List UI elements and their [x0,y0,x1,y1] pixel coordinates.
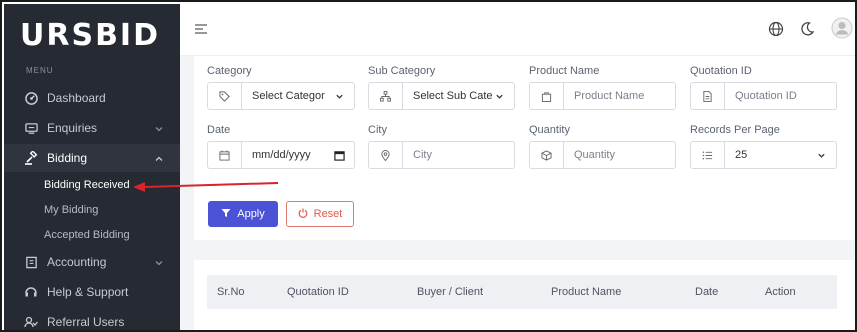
menu-title: MENU [26,66,54,75]
records-per-page-label: Records Per Page [690,124,780,136]
sidebar: URSBID MENU Dashboard Enquiries Bidding [4,4,180,330]
column-header-product-name[interactable]: Product Name [551,286,621,298]
sidebar-item-referral-users[interactable]: Referral Users [4,308,180,330]
quantity-input[interactable]: Quantity [529,141,676,169]
list-icon [691,142,725,168]
sidebar-subitem-my-bidding[interactable]: My Bidding [44,204,98,216]
enquiries-icon [24,121,38,135]
document-icon [691,83,725,109]
date-label: Date [207,124,231,136]
sidebar-item-dashboard[interactable]: Dashboard [4,84,180,112]
chevron-down-icon[interactable] [154,123,164,133]
chevron-down-icon[interactable] [154,257,164,267]
sidebar-item-label: Dashboard [47,91,106,105]
product-name-input[interactable]: Product Name [529,82,676,110]
apply-button[interactable]: Apply [208,201,278,227]
globe-icon[interactable] [768,21,784,42]
sidebar-item-help-support[interactable]: Help & Support [4,278,180,306]
column-header-buyer-client[interactable]: Buyer / Client [417,286,483,298]
top-header [180,4,855,56]
bidding-icon [24,151,38,165]
support-icon [24,285,38,299]
city-input[interactable]: City [368,141,515,169]
category-select[interactable]: Select Categor [207,82,355,110]
chevron-down-icon [492,89,506,103]
users-icon [24,315,38,329]
location-pin-icon [369,142,403,168]
quantity-label: Quantity [529,124,570,136]
calendar-icon [208,142,242,168]
tag-icon [208,83,242,109]
category-label: Category [207,65,252,77]
app-window: URSBID MENU Dashboard Enquiries Bidding [0,0,857,332]
moon-icon[interactable] [799,21,815,42]
sidebar-item-label: Referral Users [47,315,125,329]
sidebar-item-label: Accounting [47,255,107,269]
accounting-icon [24,255,38,269]
sidebar-item-bidding[interactable]: Bidding [4,144,180,172]
sidebar-subitem-bidding-received[interactable]: Bidding Received [44,179,130,191]
chevron-up-icon[interactable] [154,153,164,163]
chevron-down-icon [332,89,346,103]
column-header-sr-no[interactable]: Sr.No [217,286,245,298]
filter-icon [221,208,231,221]
bag-icon [530,83,564,109]
sidebar-item-label: Help & Support [47,285,129,299]
column-header-action[interactable]: Action [765,286,796,298]
sidebar-item-enquiries[interactable]: Enquiries [4,114,180,142]
hierarchy-icon [369,83,403,109]
logo[interactable]: URSBID [20,18,160,53]
table-header: Sr.No Quotation ID Buyer / Client Produc… [207,275,837,309]
product-name-label: Product Name [529,65,600,77]
reset-button[interactable]: Reset [286,201,354,227]
column-header-quotation-id[interactable]: Quotation ID [287,286,349,298]
sidebar-item-label: Enquiries [47,121,98,135]
sidebar-item-label: Bidding [47,151,88,165]
chevron-down-icon [814,148,828,162]
box-icon [530,142,564,168]
sub-category-label: Sub Category [368,65,436,77]
hamburger-icon[interactable] [194,22,208,41]
dashboard-icon [24,91,38,105]
sub-category-select[interactable]: Select Sub Cate [368,82,515,110]
power-reset-icon [298,208,308,221]
city-label: City [368,124,387,136]
column-header-date[interactable]: Date [695,286,718,298]
date-input[interactable]: mm/dd/yyyy [207,141,355,169]
avatar-icon[interactable] [831,17,853,44]
sidebar-item-accounting[interactable]: Accounting [4,248,180,276]
quotation-id-input[interactable]: Quotation ID [690,82,837,110]
quotation-id-label: Quotation ID [690,65,752,77]
records-per-page-select[interactable]: 25 [690,141,837,169]
date-picker-icon[interactable] [332,148,346,162]
sidebar-subitem-accepted-bidding[interactable]: Accepted Bidding [44,229,130,241]
